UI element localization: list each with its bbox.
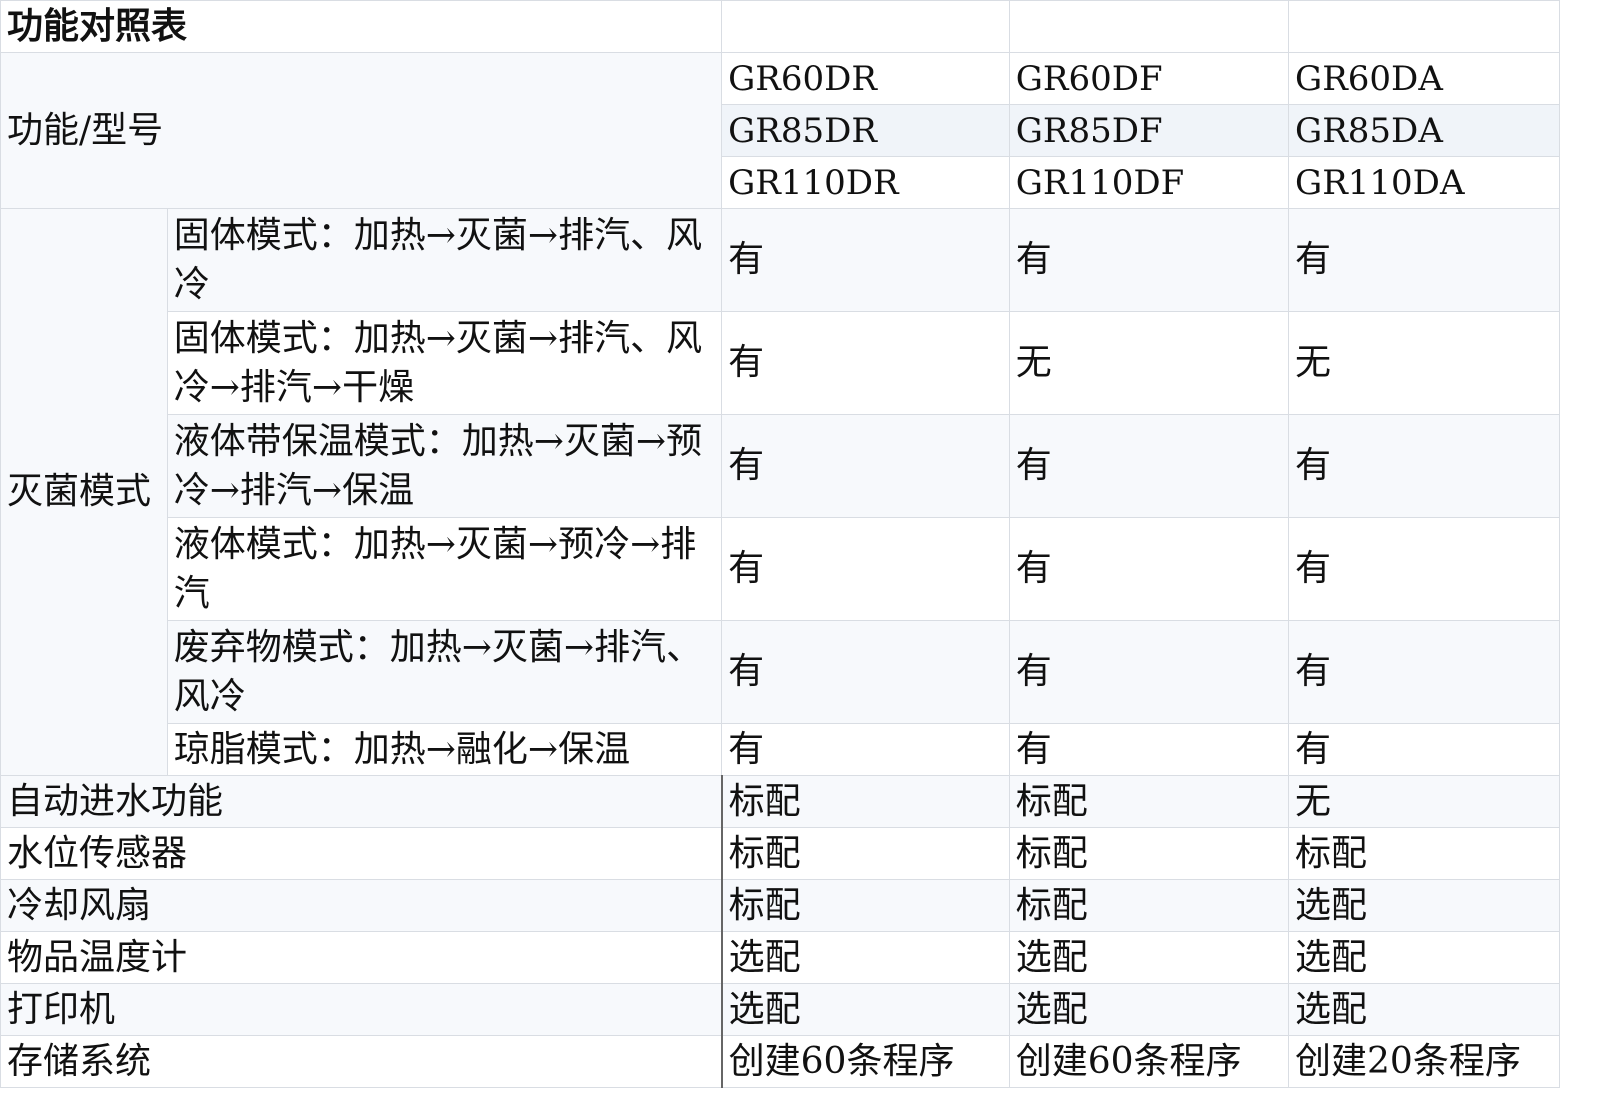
feature-value: 标配 [720, 827, 1010, 880]
feature-name: 水位传感器 [0, 827, 723, 880]
feature-value: 选配 [1008, 983, 1290, 1036]
mode-description: 液体模式：加热→灭菌→预冷→排汽 [166, 517, 723, 621]
feature-name: 存储系统 [0, 1035, 723, 1088]
model-cell: GR110DR [721, 156, 1010, 209]
feature-value: 创建60条程序 [1008, 1035, 1290, 1088]
mode-value: 有 [1288, 414, 1560, 518]
feature-value: 选配 [1288, 983, 1560, 1036]
feature-value: 选配 [1288, 931, 1560, 984]
mode-value: 无 [1288, 311, 1560, 415]
table-title: 功能对照表 [0, 0, 723, 53]
feature-value: 标配 [720, 775, 1010, 828]
mode-value: 有 [1288, 620, 1560, 724]
model-cell: GR60DR [721, 52, 1010, 105]
mode-description: 废弃物模式：加热→灭菌→排汽、风冷 [166, 620, 723, 724]
mode-value: 有 [1288, 723, 1560, 776]
mode-value: 有 [1288, 208, 1560, 312]
mode-value: 有 [721, 414, 1010, 518]
feature-value: 选配 [1288, 879, 1560, 932]
empty-cell [1008, 0, 1290, 53]
feature-value: 标配 [1008, 827, 1290, 880]
model-cell: GR85DF [1008, 104, 1290, 157]
mode-value: 有 [1008, 414, 1290, 518]
mode-value: 有 [721, 311, 1010, 415]
mode-description: 液体带保温模式：加热→灭菌→预冷→排汽→保温 [166, 414, 723, 518]
sterilization-mode-label: 灭菌模式 [0, 208, 168, 776]
function-comparison-table: 功能对照表 功能/型号 GR60DR GR60DF GR60DA GR85DR … [0, 0, 1560, 1088]
feature-value: 无 [1288, 775, 1560, 828]
mode-description: 固体模式：加热→灭菌→排汽、风冷→排汽→干燥 [166, 311, 723, 415]
feature-value: 选配 [720, 983, 1010, 1036]
model-cell: GR85DA [1288, 104, 1560, 157]
feature-value: 标配 [720, 879, 1010, 932]
mode-value: 有 [1008, 620, 1290, 724]
feature-value: 选配 [1008, 931, 1290, 984]
mode-value: 有 [1008, 517, 1290, 621]
feature-value: 标配 [1008, 775, 1290, 828]
mode-value: 有 [1008, 723, 1290, 776]
feature-name: 冷却风扇 [0, 879, 723, 932]
mode-value: 有 [721, 620, 1010, 724]
model-cell: GR85DR [721, 104, 1010, 157]
feature-value: 创建20条程序 [1288, 1035, 1560, 1088]
feature-value: 选配 [720, 931, 1010, 984]
mode-value: 有 [1008, 208, 1290, 312]
feature-value: 标配 [1008, 879, 1290, 932]
mode-value: 有 [721, 723, 1010, 776]
mode-value: 无 [1008, 311, 1290, 415]
mode-value: 有 [721, 208, 1010, 312]
mode-value: 有 [1288, 517, 1560, 621]
mode-description: 琼脂模式：加热→融化→保温 [166, 723, 723, 776]
feature-value: 创建60条程序 [720, 1035, 1010, 1088]
empty-cell [1288, 0, 1560, 53]
header-label: 功能/型号 [0, 52, 723, 209]
feature-name: 打印机 [0, 983, 723, 1036]
mode-value: 有 [721, 517, 1010, 621]
model-cell: GR110DA [1288, 156, 1560, 209]
mode-description: 固体模式：加热→灭菌→排汽、风冷 [166, 208, 723, 312]
model-cell: GR110DF [1008, 156, 1290, 209]
model-cell: GR60DF [1008, 52, 1290, 105]
model-cell: GR60DA [1288, 52, 1560, 105]
feature-name: 物品温度计 [0, 931, 723, 984]
empty-cell [721, 0, 1010, 53]
feature-value: 标配 [1288, 827, 1560, 880]
feature-name: 自动进水功能 [0, 775, 723, 828]
